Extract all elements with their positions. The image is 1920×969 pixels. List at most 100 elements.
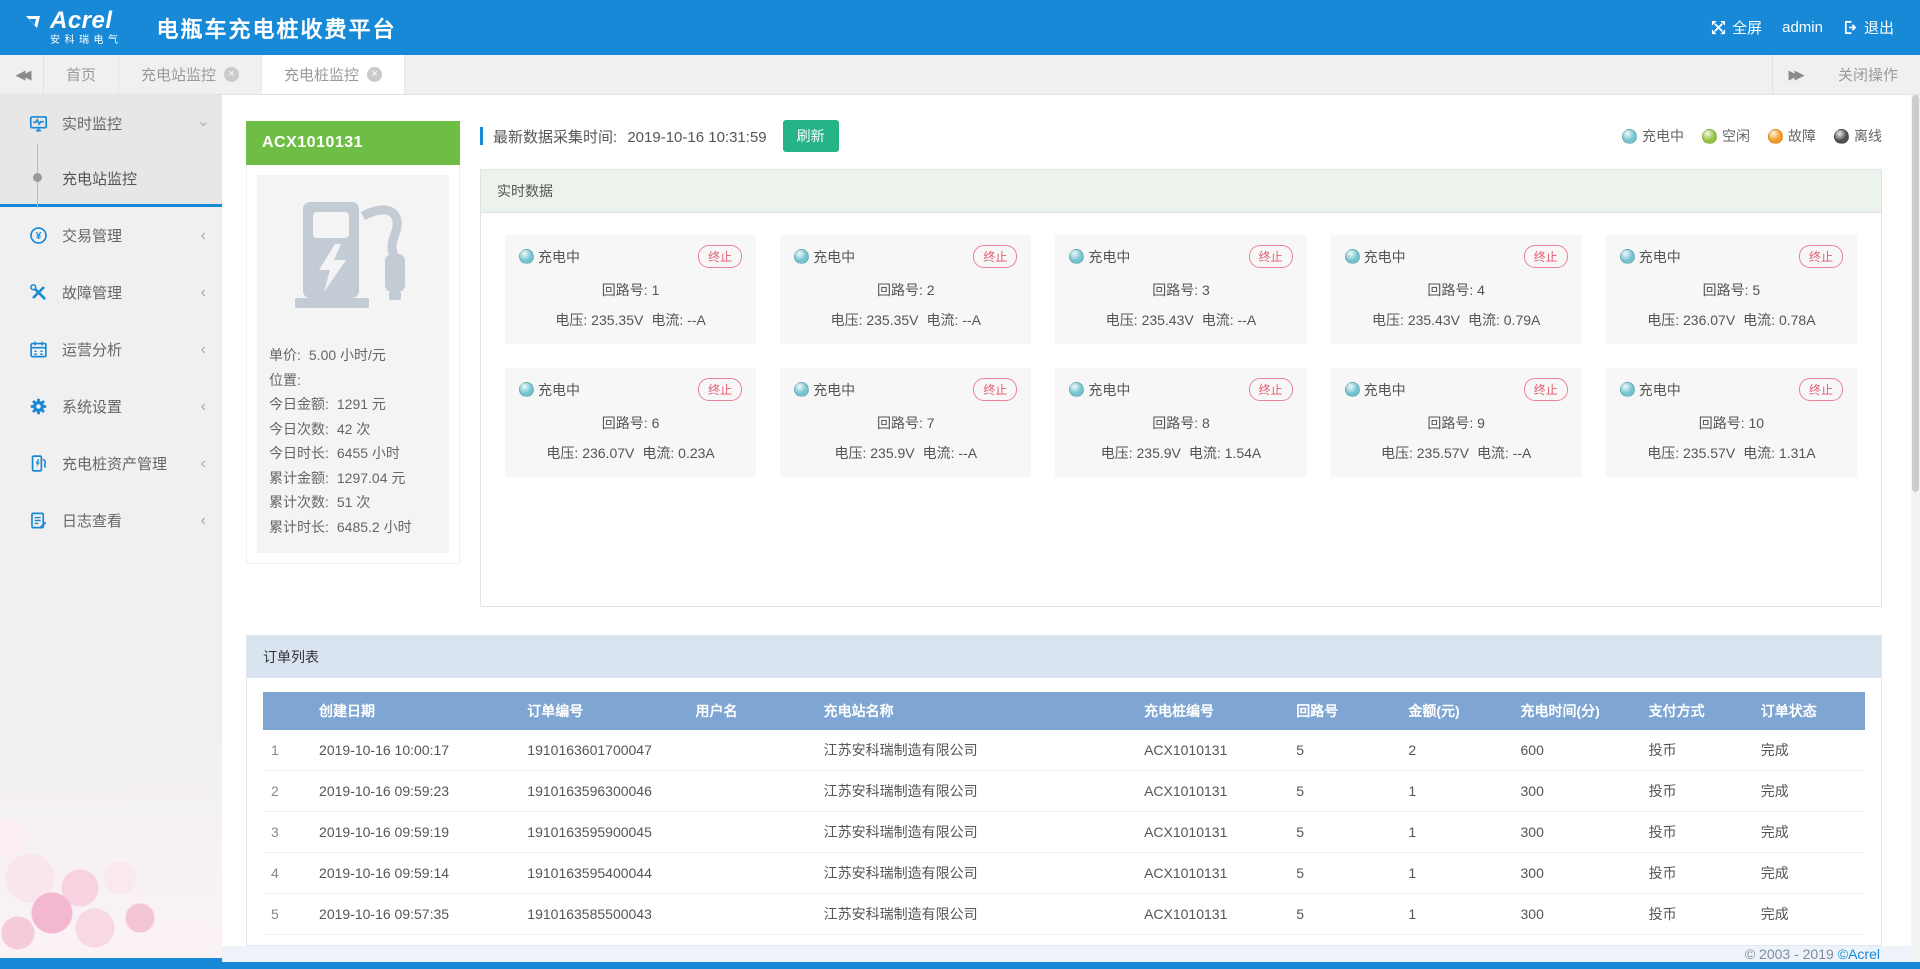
footer-brand-link[interactable]: ©Acrel: [1838, 946, 1880, 962]
main-content: ACX1010131: [222, 95, 1920, 958]
tab-bar: ◀◀ 首页 充电站监控 充电桩监控 ▶▶ 关闭操作: [0, 55, 1920, 95]
username[interactable]: admin: [1782, 19, 1823, 36]
close-tab-icon[interactable]: [367, 67, 382, 82]
charging-dot-icon: [794, 249, 809, 264]
orders-panel: 订单列表 创建日期订单编号用户名充电站名称充电桩编号回路号金额(元)充电时间(分…: [246, 635, 1882, 946]
charging-dot-icon: [794, 382, 809, 397]
card-voltage-current: 电压: 235.35V电流: --A: [794, 310, 1017, 330]
stop-button[interactable]: 终止: [1249, 245, 1293, 268]
sidebar-item-station-monitor[interactable]: 充电站监控: [0, 152, 222, 204]
analysis-icon: [28, 340, 48, 360]
app-window: Acrel 安科瑞电气 电瓶车充电桩收费平台 全屏 admin 退出 ◀◀: [0, 0, 1920, 969]
sidebar-item-logs[interactable]: 日志查看 ‹: [0, 492, 222, 549]
stop-button[interactable]: 终止: [1524, 245, 1568, 268]
stop-button[interactable]: 终止: [698, 245, 742, 268]
orders-column-header: 订单状态: [1753, 692, 1865, 730]
page-title: 电瓶车充电桩收费平台: [157, 12, 397, 44]
close-tab-icon[interactable]: [224, 67, 239, 82]
orders-panel-title: 订单列表: [247, 636, 1881, 678]
decorative-flowers: [0, 728, 222, 958]
realtime-panel-title: 实时数据: [481, 170, 1881, 213]
charging-asset-icon: [28, 454, 48, 474]
station-info-line: 单价:5.00 小时/元: [269, 343, 437, 368]
orders-column-header: 用户名: [688, 692, 816, 730]
card-loop-number: 回路号: 5: [1620, 280, 1843, 300]
tab-home[interactable]: 首页: [44, 55, 119, 94]
legend-charging: 充电中: [1622, 126, 1684, 146]
station-info-line: 今日金额:1291 元: [269, 392, 437, 417]
charging-dot-icon: [519, 249, 534, 264]
card-status-label: 充电中: [1639, 247, 1681, 267]
tab-pile-monitor[interactable]: 充电桩监控: [262, 55, 405, 94]
chevron-left-icon: ‹: [201, 341, 206, 359]
sidebar-item-settings[interactable]: 系统设置 ‹: [0, 378, 222, 435]
stop-button[interactable]: 终止: [1249, 378, 1293, 401]
orders-column-header: 充电桩编号: [1136, 692, 1288, 730]
table-row[interactable]: 52019-10-16 09:57:351910163585500043江苏安科…: [263, 894, 1865, 935]
station-info-line: 累计次数:51 次: [269, 490, 437, 515]
chevron-left-icon: ‹: [201, 284, 206, 302]
scrollbar-thumb[interactable]: [1912, 95, 1919, 492]
chevron-left-icon: ‹: [201, 227, 206, 245]
stop-button[interactable]: 终止: [698, 378, 742, 401]
fullscreen-button[interactable]: 全屏: [1711, 17, 1762, 38]
log-icon: [28, 511, 48, 531]
vertical-scrollbar[interactable]: [1911, 95, 1920, 958]
stop-button[interactable]: 终止: [973, 378, 1017, 401]
status-legend: 充电中 空闲 故障 离线: [1622, 126, 1882, 146]
copyright-text: © 2003 - 2019: [1745, 946, 1834, 962]
transaction-icon: ¥: [28, 226, 48, 246]
card-status-label: 充电中: [1088, 380, 1130, 400]
card-loop-number: 回路号: 4: [1345, 280, 1568, 300]
table-row[interactable]: 22019-10-16 09:59:231910163596300046江苏安科…: [263, 771, 1865, 812]
table-row[interactable]: 12019-10-16 10:00:171910163601700047江苏安科…: [263, 730, 1865, 771]
table-row[interactable]: 42019-10-16 09:59:141910163595400044江苏安科…: [263, 853, 1865, 894]
charging-card: 充电中 终止 回路号: 9 电压: 235.57V电流: --A: [1331, 368, 1582, 477]
charging-dot-icon: [1620, 249, 1635, 264]
charging-dot-icon: [519, 382, 534, 397]
fault-icon: [28, 283, 48, 303]
card-voltage-current: 电压: 235.9V电流: --A: [794, 443, 1017, 463]
station-info-line: 累计金额:1297.04 元: [269, 466, 437, 491]
sidebar-item-transactions[interactable]: ¥ 交易管理 ‹: [0, 207, 222, 264]
card-status-label: 充电中: [538, 380, 580, 400]
charging-card: 充电中 终止 回路号: 7 电压: 235.9V电流: --A: [780, 368, 1031, 477]
sidebar-item-pile-assets[interactable]: 充电桩资产管理 ‹: [0, 435, 222, 492]
charging-card: 充电中 终止 回路号: 10 电压: 235.57V电流: 1.31A: [1606, 368, 1857, 477]
close-operations-button[interactable]: 关闭操作: [1816, 55, 1920, 94]
station-info-line: 今日时长:6455 小时: [269, 441, 437, 466]
stop-button[interactable]: 终止: [1799, 378, 1843, 401]
legend-idle: 空闲: [1702, 126, 1750, 146]
realtime-data-panel: 实时数据 充电中 终止 回路号: 1 电压: 235.35V电流: --A 充电…: [480, 169, 1882, 607]
brand-name: Acrel: [50, 9, 123, 33]
table-row[interactable]: 32019-10-16 09:59:191910163595900045江苏安科…: [263, 812, 1865, 853]
sidebar-item-realtime-monitor[interactable]: 实时监控 ‹: [0, 95, 222, 152]
card-status-label: 充电中: [1639, 380, 1681, 400]
logout-button[interactable]: 退出: [1843, 17, 1894, 38]
station-info-card: ACX1010131: [246, 121, 460, 607]
charging-card: 充电中 终止 回路号: 4 电压: 235.43V电流: 0.79A: [1331, 235, 1582, 344]
charging-card: 充电中 终止 回路号: 3 电压: 235.43V电流: --A: [1055, 235, 1306, 344]
card-voltage-current: 电压: 235.57V电流: 1.31A: [1620, 443, 1843, 463]
tabs-scroll-right-button[interactable]: ▶▶: [1772, 55, 1816, 94]
offline-dot-icon: [1834, 129, 1849, 144]
sidebar-item-faults[interactable]: 故障管理 ‹: [0, 264, 222, 321]
charging-dot-icon: [1620, 382, 1635, 397]
card-voltage-current: 电压: 236.07V电流: 0.78A: [1620, 310, 1843, 330]
card-voltage-current: 电压: 235.57V电流: --A: [1345, 443, 1568, 463]
charging-card: 充电中 终止 回路号: 8 电压: 235.9V电流: 1.54A: [1055, 368, 1306, 477]
orders-column-header: 支付方式: [1641, 692, 1753, 730]
refresh-button[interactable]: 刷新: [783, 120, 839, 152]
charging-dot-icon: [1069, 249, 1084, 264]
stop-button[interactable]: 终止: [1799, 245, 1843, 268]
sidebar-item-analysis[interactable]: 运营分析 ‹: [0, 321, 222, 378]
realtime-monitor-section: 最新数据采集时间: 2019-10-16 10:31:59 刷新 充电中 空闲 …: [480, 121, 1882, 607]
charging-card: 充电中 终止 回路号: 2 电压: 235.35V电流: --A: [780, 235, 1031, 344]
timeline-dot-icon: [28, 152, 48, 204]
tab-station-monitor[interactable]: 充电站监控: [119, 55, 262, 94]
stop-button[interactable]: 终止: [973, 245, 1017, 268]
tabs-scroll-left-button[interactable]: ◀◀: [0, 55, 44, 94]
chevron-down-icon: ‹: [201, 115, 206, 133]
station-info-line: 今日次数:42 次: [269, 417, 437, 442]
stop-button[interactable]: 终止: [1524, 378, 1568, 401]
